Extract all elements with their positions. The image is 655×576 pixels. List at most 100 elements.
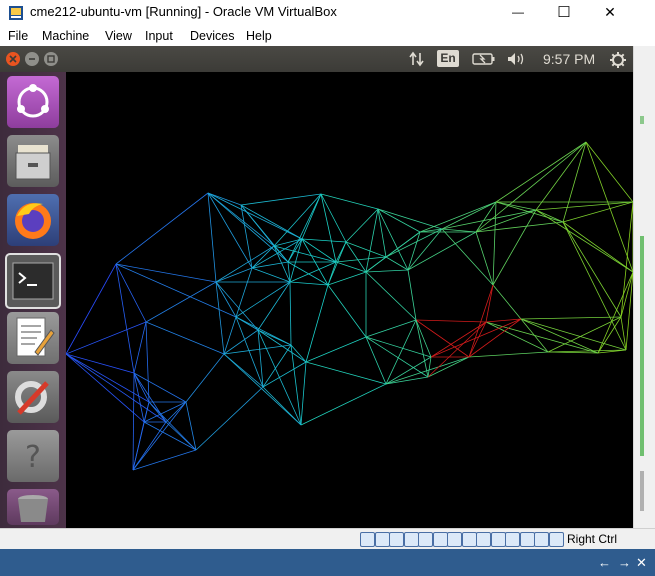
mesh-edge <box>300 361 307 426</box>
status-device-icon[interactable] <box>360 532 375 547</box>
mesh-edge <box>585 141 633 203</box>
mesh-edge <box>289 281 329 286</box>
mesh-edge <box>305 336 367 363</box>
battery-icon[interactable] <box>472 53 496 65</box>
mesh-edge <box>257 281 291 331</box>
mesh-edge <box>520 318 599 354</box>
mesh-edge <box>327 271 367 286</box>
window-titlebar[interactable]: cme212-ubuntu-vm [Running] - Oracle VM V… <box>0 0 655 26</box>
mesh-edge <box>207 192 303 240</box>
mesh-edge <box>441 228 477 233</box>
mesh-edge <box>115 192 209 265</box>
mesh-edge <box>66 263 117 355</box>
maximize-icon: ☐ <box>557 4 571 21</box>
menu-machine[interactable]: Machine <box>42 29 89 43</box>
status-device-icon[interactable] <box>490 532 506 547</box>
ubuntu-dash-icon <box>17 84 49 118</box>
mesh-edge <box>185 353 225 403</box>
mesh-edge <box>262 344 292 388</box>
status-device-icon[interactable] <box>374 532 390 547</box>
mesh-edge <box>320 193 379 210</box>
maximize-button[interactable]: ☐ <box>541 0 587 24</box>
text-editor-icon <box>16 317 55 357</box>
mesh-edge <box>385 356 470 385</box>
vm-minimize-window-button[interactable] <box>25 52 39 66</box>
vm-close-window-button[interactable] <box>6 52 20 66</box>
launcher-terminal[interactable] <box>5 253 61 309</box>
mesh-edge <box>305 284 329 363</box>
menu-view[interactable]: View <box>105 29 132 43</box>
restore-icon <box>47 55 55 63</box>
mesh-edge <box>223 344 292 355</box>
launcher-files[interactable] <box>7 135 59 187</box>
mesh-edge <box>145 321 150 403</box>
mesh-edge <box>365 336 387 385</box>
menu-help[interactable]: Help <box>246 29 272 43</box>
mesh-edge <box>215 281 259 331</box>
launcher-trash[interactable] <box>7 489 59 525</box>
clock[interactable]: 9:57 PM <box>543 51 595 67</box>
mesh-edge <box>562 221 622 318</box>
status-device-icon[interactable] <box>447 532 462 547</box>
mesh-edge <box>327 284 367 338</box>
launcher-dash[interactable] <box>7 76 59 128</box>
mesh-edge <box>492 201 497 286</box>
mesh-edge <box>148 401 197 451</box>
launcher-system-settings[interactable] <box>7 371 59 423</box>
mesh-edge <box>257 329 292 346</box>
mesh-edge <box>345 241 367 273</box>
mesh-edge <box>240 193 322 206</box>
mesh-edge <box>620 201 633 318</box>
keyboard-layout-indicator[interactable]: En <box>437 50 459 67</box>
svg-text:?: ? <box>25 440 41 475</box>
menu-file[interactable]: File <box>8 29 28 43</box>
vm-desktop[interactable] <box>66 72 633 528</box>
status-device-icon[interactable] <box>476 532 491 547</box>
volume-icon[interactable] <box>506 52 526 66</box>
mesh-edge <box>585 141 633 273</box>
mesh-edge <box>207 192 242 206</box>
mesh-edge <box>132 372 135 471</box>
close-button[interactable]: ✕ <box>587 0 633 24</box>
minimize-button[interactable]: — <box>495 0 541 24</box>
vm-restore-window-button[interactable] <box>44 52 58 66</box>
mesh-edge <box>415 319 487 323</box>
mesh-edge <box>223 316 237 355</box>
menu-input[interactable]: Input <box>145 29 173 43</box>
close-icon <box>9 55 17 63</box>
status-device-icon[interactable] <box>403 532 419 547</box>
help-icon: ? <box>25 440 41 475</box>
status-device-icon[interactable] <box>418 532 433 547</box>
mesh-edge <box>365 271 417 321</box>
status-device-icon[interactable] <box>534 532 549 547</box>
pin-icon[interactable]: ← <box>598 555 611 570</box>
launcher-help[interactable]: ? <box>7 430 59 482</box>
mesh-edge <box>415 319 429 378</box>
status-device-icon[interactable] <box>519 532 535 547</box>
unpin-icon[interactable]: → <box>618 555 631 570</box>
status-device-icon[interactable] <box>389 532 404 547</box>
mesh-edge <box>365 319 417 338</box>
launcher-firefox[interactable] <box>7 194 59 246</box>
launcher-text-editor[interactable] <box>7 312 59 364</box>
mesh-edge <box>133 321 147 374</box>
mesh-edge <box>365 269 409 273</box>
mesh-edge <box>115 263 217 283</box>
mesh-edge <box>597 271 633 354</box>
mesh-edge <box>145 321 225 355</box>
status-device-icon[interactable] <box>548 532 564 547</box>
mesh-edge <box>385 319 417 385</box>
mesh-edge <box>345 241 387 258</box>
system-menu-gear-icon[interactable] <box>609 51 627 69</box>
mesh-edge <box>207 192 217 283</box>
mesh-edge <box>66 321 147 355</box>
status-device-icon[interactable] <box>432 532 448 547</box>
status-device-icon[interactable] <box>461 532 477 547</box>
strip-close-icon[interactable]: ✕ <box>636 555 647 571</box>
host-scroll-strip <box>633 46 655 528</box>
status-device-icon[interactable] <box>505 532 520 547</box>
mesh-edge <box>365 208 379 273</box>
terminal-icon <box>12 262 54 300</box>
menu-devices[interactable]: Devices <box>190 29 234 43</box>
network-transfer-icon[interactable] <box>408 51 426 67</box>
